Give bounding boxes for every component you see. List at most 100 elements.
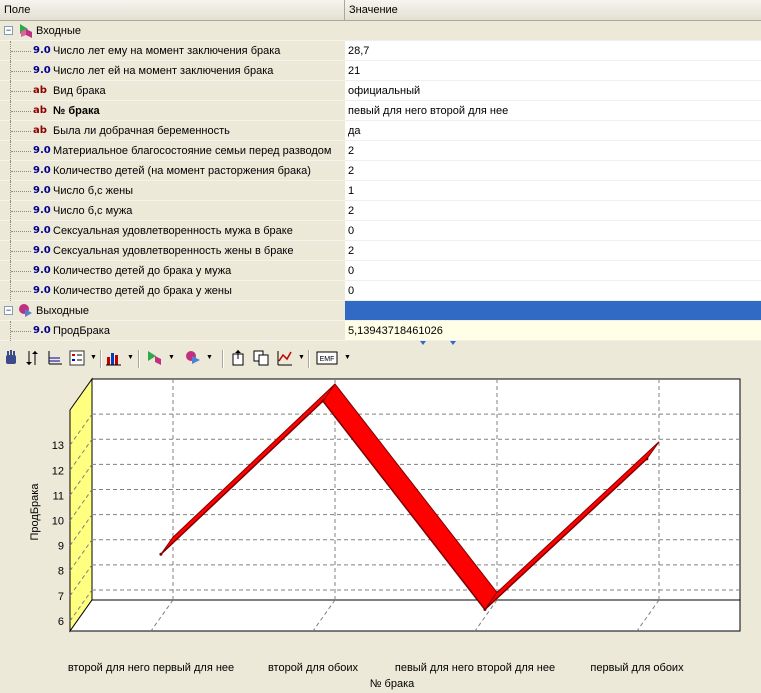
property-value[interactable]: 21 — [345, 61, 761, 81]
property-value[interactable]: 2 — [345, 161, 761, 181]
property-value[interactable]: певый для него второй для нее — [345, 101, 761, 121]
toolbar: ▼ ▼ ▼ ▼ ▼ EMF ▼ — [0, 346, 761, 372]
property-row[interactable]: 9.0 Число б,с мужа 2 — [0, 201, 761, 221]
property-value[interactable]: 28,7 — [345, 41, 761, 61]
legend-button[interactable] — [68, 349, 88, 369]
tree-line — [11, 291, 31, 292]
property-value[interactable]: 0 — [345, 261, 761, 281]
bar-chart-button[interactable] — [105, 349, 125, 369]
property-row[interactable]: 9.0 Сексуальная удовлетворенность жены в … — [0, 241, 761, 261]
collapse-toggle[interactable]: − — [4, 306, 13, 315]
x-axis-title: № брака — [370, 678, 415, 690]
group-label: Выходные — [36, 305, 90, 317]
property-row[interactable]: 9.0 ПродБрака 5,13943718461026 — [0, 321, 761, 341]
sort-icon — [24, 349, 44, 367]
dropdown-arrow-icon[interactable]: ▼ — [298, 354, 305, 362]
property-row[interactable]: 9.0 Количество детей (на момент расторжен… — [0, 161, 761, 181]
property-row[interactable]: 9.0 Сексуальная удовлетворенность мужа в … — [0, 221, 761, 241]
tree-line — [11, 191, 31, 192]
group-value-cell[interactable] — [345, 301, 761, 321]
property-row[interactable]: 9.0 Число лет ему на момент заключения бр… — [0, 41, 761, 61]
property-label-cell: ab Вид брака — [0, 81, 345, 101]
property-value[interactable]: 5,13943718461026 — [345, 321, 761, 341]
sort-button[interactable] — [24, 349, 44, 369]
property-value[interactable]: 2 — [345, 201, 761, 221]
copy-button[interactable] — [252, 349, 272, 369]
line-chart-button[interactable] — [276, 349, 296, 369]
property-label-cell: ab Была ли добрачная беременность — [0, 121, 345, 141]
axes-button[interactable] — [46, 349, 66, 369]
property-label: Материальное благосостояние семьи перед … — [53, 145, 332, 157]
column-header-field[interactable]: Поле — [0, 0, 345, 20]
number-type-icon: 9.0 — [33, 165, 51, 176]
chart-left-wall — [69, 377, 93, 633]
number-type-icon: 9.0 — [33, 265, 51, 276]
toolbar-separator — [100, 350, 102, 368]
collapse-toggle[interactable]: − — [4, 26, 13, 35]
property-row[interactable]: 9.0 Материальное благосостояние семьи пер… — [0, 141, 761, 161]
property-label-cell: 9.0 Количество детей (на момент расторжен… — [0, 161, 345, 181]
number-type-icon: 9.0 — [33, 65, 51, 76]
property-value[interactable]: 1 — [345, 181, 761, 201]
output-fields-button[interactable] — [184, 349, 204, 369]
property-label: Вид брака — [53, 85, 106, 97]
dropdown-arrow-icon[interactable]: ▼ — [127, 354, 134, 362]
property-label: Число б,с жены — [53, 185, 134, 197]
input-fields-button[interactable] — [146, 349, 166, 369]
property-label: ПродБрака — [53, 325, 110, 337]
group-label: Входные — [36, 25, 81, 37]
number-type-icon: 9.0 — [33, 245, 51, 256]
number-type-icon: 9.0 — [33, 225, 51, 236]
string-type-icon: ab — [33, 125, 47, 136]
x-tick-label: второй для обоих — [268, 662, 359, 674]
property-row[interactable]: ab № брака певый для него второй для нее — [0, 101, 761, 121]
property-value[interactable]: да — [345, 121, 761, 141]
group-value-cell[interactable] — [345, 21, 761, 41]
property-value[interactable]: 2 — [345, 241, 761, 261]
dropdown-arrow-icon[interactable]: ▼ — [206, 354, 213, 362]
column-header-value[interactable]: Значение — [345, 0, 761, 20]
dropdown-arrow-icon[interactable]: ▼ — [90, 354, 97, 362]
toolbar-separator — [308, 350, 310, 368]
property-label-cell: 9.0 Материальное благосостояние семьи пер… — [0, 141, 345, 161]
property-grid: Поле Значение − Входные 9.0 Число лет ему н… — [0, 0, 761, 341]
export-button[interactable] — [230, 349, 250, 369]
dropdown-arrow-icon[interactable]: ▼ — [344, 354, 351, 362]
property-row[interactable]: 9.0 Количество детей до брака у мужа 0 — [0, 261, 761, 281]
property-label-cell: 9.0 Сексуальная удовлетворенность жены в … — [0, 241, 345, 261]
y-tick-label: 10 — [52, 516, 64, 528]
dropdown-arrow-icon[interactable]: ▼ — [168, 354, 175, 362]
property-label-cell: 9.0 Количество детей до брака у мужа — [0, 261, 345, 281]
x-tick-label: первый для обоих — [590, 662, 684, 674]
tree-line — [11, 231, 31, 232]
property-label: Количество детей до брака у жены — [53, 285, 232, 297]
property-value[interactable]: 0 — [345, 221, 761, 241]
property-row[interactable]: ab Вид брака официальный — [0, 81, 761, 101]
group-row[interactable]: − Выходные — [0, 301, 761, 321]
emf-button[interactable]: EMF — [316, 349, 340, 369]
property-label-cell: 9.0 Сексуальная удовлетворенность мужа в … — [0, 221, 345, 241]
export-icon — [230, 349, 250, 367]
property-value[interactable]: официальный — [345, 81, 761, 101]
x-tick-label: певый для него второй для нее — [395, 662, 555, 674]
property-value[interactable]: 2 — [345, 141, 761, 161]
y-tick-label: 13 — [52, 440, 64, 452]
tree-line — [11, 111, 31, 112]
property-row[interactable]: 9.0 Число б,с жены 1 — [0, 181, 761, 201]
toolbar-separator — [138, 350, 140, 368]
property-row[interactable]: 9.0 Число лет ей на момент заключения бра… — [0, 61, 761, 81]
data-point — [483, 608, 487, 612]
chart-floor — [69, 599, 741, 632]
property-row[interactable]: ab Была ли добрачная беременность да — [0, 121, 761, 141]
line-chart-icon — [276, 349, 296, 367]
group-row[interactable]: − Входные — [0, 21, 761, 41]
hand-button[interactable] — [2, 349, 22, 369]
property-value[interactable]: 0 — [345, 281, 761, 301]
data-point — [645, 457, 649, 461]
y-tick-label: 12 — [52, 465, 64, 477]
x-tick-label: второй для него первый для нее — [68, 662, 234, 674]
property-label: Количество детей до брака у мужа — [53, 265, 232, 277]
property-row[interactable]: 9.0 Количество детей до брака у жены 0 — [0, 281, 761, 301]
toolbar-separator — [222, 350, 224, 368]
y-tick-label: 9 — [58, 541, 64, 553]
